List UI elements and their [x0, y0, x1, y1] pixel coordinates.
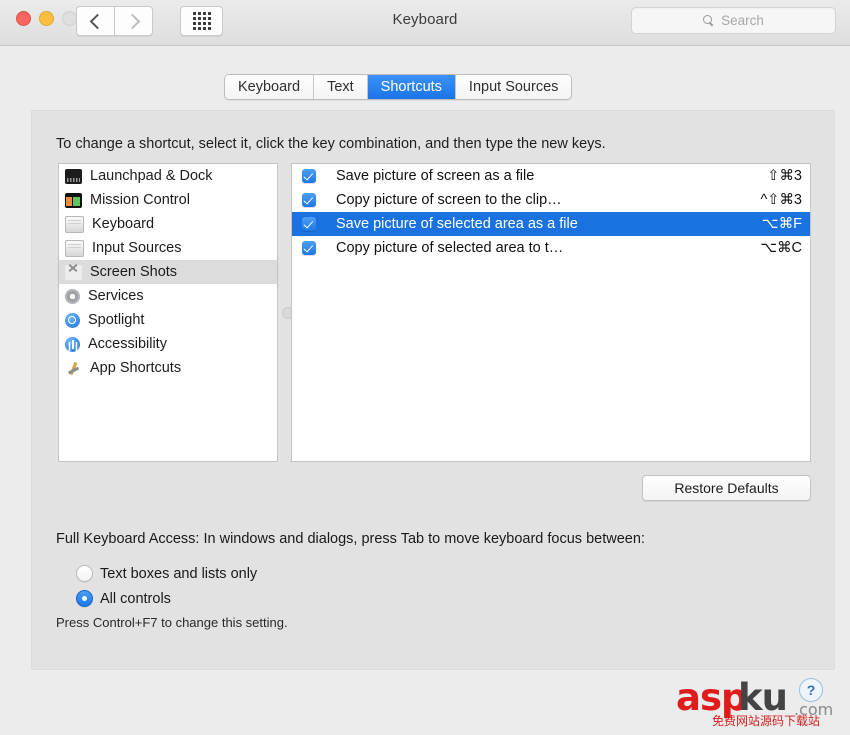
full-keyboard-access-options: Text boxes and lists only All controls: [76, 561, 257, 611]
watermark: asp ku ? .com 免费网站源码下载站: [676, 676, 844, 728]
restore-defaults-button[interactable]: Restore Defaults: [642, 475, 811, 501]
search-icon: [703, 15, 714, 26]
tab-shortcuts[interactable]: Shortcuts: [367, 75, 456, 99]
shortcut-title: Save picture of screen as a file: [336, 168, 535, 184]
radio-label: All controls: [100, 590, 171, 607]
radio-button-selected-icon: [76, 590, 93, 607]
question-mark-icon: ?: [799, 678, 823, 702]
shortcut-keys[interactable]: ^⇧⌘3: [760, 192, 802, 208]
table-row[interactable]: Copy picture of selected area to t… ⌥⌘C: [292, 236, 810, 260]
radio-text-boxes-and-lists-only[interactable]: Text boxes and lists only: [76, 561, 257, 586]
sidebar-item-screen-shots[interactable]: Screen Shots: [59, 260, 277, 284]
xcode-hammer-icon: [65, 361, 82, 376]
shortcut-title: Copy picture of screen to the clip…: [336, 192, 562, 208]
sidebar-item-label: Launchpad & Dock: [90, 168, 213, 184]
shortcut-checkbox[interactable]: [302, 193, 316, 207]
sidebar-item-label: Accessibility: [88, 336, 167, 352]
spotlight-icon: [65, 312, 80, 328]
shortcut-table[interactable]: Save picture of screen as a file ⇧⌘3 Cop…: [291, 163, 811, 462]
tab-input-sources[interactable]: Input Sources: [455, 75, 572, 99]
sidebar-item-label: Mission Control: [90, 192, 190, 208]
shortcut-category-list[interactable]: Launchpad & Dock Mission Control Keyboar…: [58, 163, 278, 462]
shortcut-checkbox[interactable]: [302, 169, 316, 183]
shortcut-checkbox[interactable]: [302, 241, 316, 255]
sidebar-item-mission-control[interactable]: Mission Control: [59, 188, 277, 212]
full-keyboard-access-description: Full Keyboard Access: In windows and dia…: [56, 531, 645, 547]
sidebar-item-spotlight[interactable]: Spotlight: [59, 308, 277, 332]
shortcut-title: Save picture of selected area as a file: [336, 216, 578, 232]
radio-all-controls[interactable]: All controls: [76, 586, 257, 611]
keyboard-access-hint: Press Control+F7 to change this setting.: [56, 615, 288, 630]
shortcut-keys[interactable]: ⌥⌘F: [762, 216, 802, 232]
keyboard-preferences-window: Keyboard Search Keyboard Text Shortcuts …: [0, 0, 850, 735]
table-row[interactable]: Save picture of screen as a file ⇧⌘3: [292, 164, 810, 188]
sidebar-item-input-sources[interactable]: Input Sources: [59, 236, 277, 260]
tab-text[interactable]: Text: [314, 75, 368, 99]
search-field[interactable]: Search: [631, 7, 836, 34]
sidebar-item-label: App Shortcuts: [90, 360, 182, 376]
radio-label: Text boxes and lists only: [100, 565, 258, 582]
screenshot-icon: [65, 264, 82, 280]
search-placeholder: Search: [721, 13, 764, 28]
sidebar-item-launchpad-dock[interactable]: Launchpad & Dock: [59, 164, 277, 188]
keyboard-icon: [65, 239, 84, 257]
table-row[interactable]: Save picture of selected area as a file …: [292, 212, 810, 236]
sidebar-item-services[interactable]: Services: [59, 284, 277, 308]
shortcut-keys[interactable]: ⌥⌘C: [760, 240, 802, 256]
sidebar-item-accessibility[interactable]: Accessibility: [59, 332, 277, 356]
sidebar-item-keyboard[interactable]: Keyboard: [59, 212, 277, 236]
mission-control-icon: [65, 192, 82, 208]
shortcut-checkbox[interactable]: [302, 217, 316, 231]
sidebar-item-label: Input Sources: [92, 240, 182, 256]
dock-icon: [65, 168, 82, 184]
tab-bar: Keyboard Text Shortcuts Input Sources: [224, 74, 573, 100]
instructions-text: To change a shortcut, select it, click t…: [56, 136, 606, 152]
sidebar-item-label: Services: [88, 288, 144, 304]
sidebar-item-app-shortcuts[interactable]: App Shortcuts: [59, 356, 277, 380]
radio-button-icon: [76, 565, 93, 582]
shortcut-keys[interactable]: ⇧⌘3: [767, 168, 802, 184]
shortcut-title: Copy picture of selected area to t…: [336, 240, 564, 256]
gear-icon: [65, 288, 80, 304]
sidebar-item-label: Screen Shots: [90, 264, 178, 280]
titlebar: Keyboard Search: [0, 0, 850, 46]
sidebar-item-label: Spotlight: [88, 312, 145, 328]
watermark-subtitle: 免费网站源码下载站: [712, 714, 821, 728]
shortcuts-pane: To change a shortcut, select it, click t…: [31, 110, 835, 670]
table-row[interactable]: Copy picture of screen to the clip… ^⇧⌘3: [292, 188, 810, 212]
keyboard-icon: [65, 215, 84, 233]
tab-keyboard[interactable]: Keyboard: [225, 75, 315, 99]
accessibility-icon: [65, 336, 80, 352]
sidebar-item-label: Keyboard: [92, 216, 155, 232]
